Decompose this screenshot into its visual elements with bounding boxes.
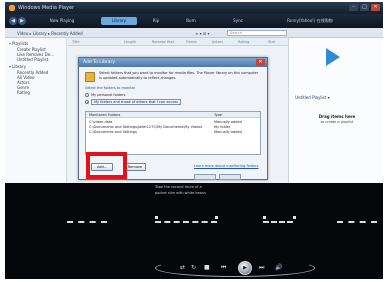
viz-tick [263, 216, 266, 219]
column-rating[interactable]: Rating [238, 40, 249, 44]
media-player-window: Windows Media Player – □ ✕ ◀ ▶ Now Playi… [5, 2, 383, 279]
navigation-pane: ▾Playlists Create Playlist Like Remains … [5, 38, 67, 183]
column-type[interactable]: Type [214, 113, 222, 117]
view-options[interactable]: ≡ ▾ ⊞ ▾ [195, 31, 210, 36]
folder-path: C:\video data [89, 120, 113, 124]
dialog-title-bar: Add To Library ✕ [79, 58, 267, 67]
viz-tick [293, 216, 296, 219]
title-bar: Windows Media Player – □ ✕ [5, 2, 383, 14]
column-monitored-folders[interactable]: Monitored Folders [89, 113, 120, 117]
viz-dash [263, 221, 293, 223]
folder-row[interactable]: C:\Documents and Settings Manually added [86, 130, 260, 135]
column-title[interactable]: Title [72, 40, 80, 44]
volume-icon[interactable]: 🔊 [275, 264, 282, 272]
nav-bar: ◀ ▶ Now Playing Library Rip Burn Sync Fa… [5, 14, 383, 28]
radio-all-folders-label[interactable]: My folders and those of others that I ca… [91, 99, 182, 105]
close-button[interactable]: ✕ [371, 4, 380, 11]
maximize-button[interactable]: □ [360, 4, 369, 11]
address-bar: Video ▸ Library ▸ Recently Added ≡ ▾ ⊞ ▾… [5, 28, 383, 38]
tab-rip[interactable]: Rip [145, 17, 167, 25]
column-genre[interactable]: Genre [186, 40, 197, 44]
add-button-highlight [86, 152, 127, 179]
folder-type: Manually added [214, 120, 242, 124]
breadcrumb[interactable]: Video ▸ Library ▸ Recently Added [17, 31, 83, 36]
transport-arc [155, 259, 315, 277]
folders-header: Monitored Folders Type [86, 112, 260, 118]
select-folders-label: Select the folders to monitor [85, 86, 136, 90]
folder-type: Manually added [214, 130, 242, 134]
stop-icon[interactable]: ■ [204, 264, 210, 272]
play-list-icon [326, 48, 340, 66]
window-title: Windows Media Player [18, 5, 75, 11]
search-input[interactable]: Search [227, 30, 287, 36]
shuffle-icon[interactable]: ⇄ [180, 264, 185, 272]
viz-dash [67, 221, 107, 223]
radio-personal-folders-label[interactable]: My personal folders [91, 93, 125, 97]
previous-icon[interactable]: ⏮ [221, 264, 226, 272]
column-actors[interactable]: Actors [212, 40, 223, 44]
nav-item-library[interactable]: ▾Library [9, 64, 26, 69]
window-controls: – □ ✕ [349, 4, 380, 11]
play-button[interactable]: ▶ [238, 261, 252, 275]
account-label[interactable]: Fanny(Yahoo!) 在线购物 [287, 18, 333, 24]
forward-arrow-icon[interactable]: ▶ [18, 17, 26, 25]
folder-icon [85, 72, 95, 82]
ok-button[interactable] [194, 174, 216, 180]
radio-personal-folders[interactable] [85, 93, 89, 97]
learn-more-link[interactable]: Learn more about monitoring folders [194, 164, 259, 168]
tab-burn[interactable]: Burn [180, 17, 202, 25]
nav-item-playlists[interactable]: ▾Playlists [9, 41, 28, 46]
drag-hint-subtitle: to create a playlist [320, 120, 354, 124]
dialog-close-button[interactable]: ✕ [256, 59, 265, 66]
column-length[interactable]: Length [124, 40, 136, 44]
minimize-button[interactable]: – [349, 4, 358, 11]
folder-path: C:\Documents and Settings\Jaker127C\My D… [89, 125, 203, 129]
caption-line: pocket slim with white beans [155, 191, 206, 195]
playlist-name-dropdown[interactable]: Untitled Playlist ▾ [295, 95, 330, 100]
drag-hint-title: Drag items here [318, 114, 356, 119]
dialog-description: Select folders that you want to monitor … [99, 71, 259, 80]
viz-tick [215, 216, 218, 219]
tab-library[interactable]: Library [101, 17, 137, 25]
nav-item-rating[interactable]: Rating [17, 90, 30, 95]
column-header-row: Title Length Release Year Genre Actors R… [68, 38, 288, 46]
repeat-icon[interactable]: ↻ [191, 264, 196, 272]
caption-line: Tape the second drum of a [155, 185, 202, 189]
viz-tick [155, 216, 158, 219]
dialog-title: Add To Library [83, 60, 116, 65]
column-size[interactable]: Size [268, 40, 275, 44]
cancel-button[interactable] [219, 174, 241, 180]
expand-icon: ▾ [9, 41, 12, 46]
back-arrow-icon[interactable]: ◀ [9, 17, 17, 25]
list-pane: Untitled Playlist ▾ Drag items here to c… [288, 38, 383, 183]
tab-now-playing[interactable]: Now Playing [40, 17, 84, 25]
tab-sync[interactable]: Sync [227, 17, 249, 25]
column-release-year[interactable]: Release Year [152, 40, 174, 44]
remove-folder-button[interactable]: Remove [124, 163, 146, 171]
folder-path: C:\Documents and Settings [89, 130, 137, 134]
transport-controls: ⇄ ↻ ■ ⏮ ▶ ⏭ 🔊 [5, 257, 383, 279]
media-player-icon [9, 5, 15, 11]
next-icon[interactable]: ⏭ [259, 264, 264, 272]
radio-all-folders[interactable] [85, 100, 89, 104]
viz-dash [155, 221, 217, 223]
nav-item-untitled-playlist[interactable]: Untitled Playlist [17, 57, 48, 62]
expand-icon: ▾ [9, 64, 12, 69]
monitored-folders-list: Monitored Folders Type C:\video data Man… [85, 111, 261, 155]
viz-dash [337, 221, 377, 223]
folder-type: My folder [214, 125, 231, 129]
